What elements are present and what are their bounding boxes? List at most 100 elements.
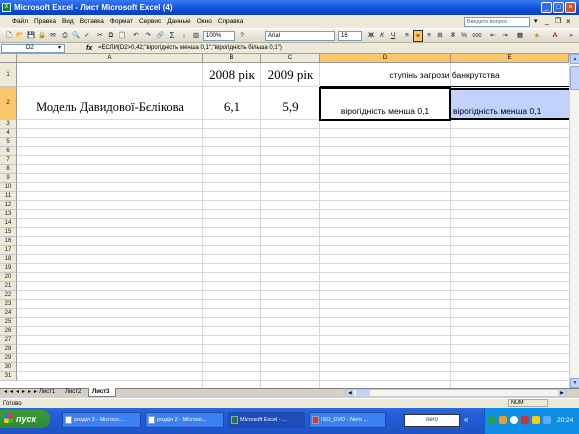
- row-header-1[interactable]: 1: [0, 63, 17, 87]
- row-header-24[interactable]: 24: [0, 309, 17, 318]
- copy-icon[interactable]: ⧉: [106, 30, 116, 42]
- cell-b1[interactable]: 2008 рік: [203, 63, 261, 87]
- task-nero[interactable]: ISO_DVD - Nero ...: [309, 412, 386, 428]
- hyperlink-icon[interactable]: 🔗: [155, 30, 165, 42]
- help-icon[interactable]: ?: [237, 30, 247, 42]
- task-word-doc-1[interactable]: розділ 3 - Microso...: [62, 412, 141, 428]
- cell-c2[interactable]: 5,9: [261, 87, 320, 120]
- row-header-7[interactable]: 7: [0, 156, 17, 165]
- name-box[interactable]: D2: [1, 44, 65, 53]
- toolbar-options-icon[interactable]: »: [566, 30, 576, 42]
- column-header-b[interactable]: B: [203, 54, 261, 63]
- row-header-31[interactable]: 31: [0, 372, 17, 381]
- font-size-select[interactable]: 16: [338, 31, 362, 41]
- row-header-12[interactable]: 12: [0, 201, 17, 210]
- align-right-icon[interactable]: ≡: [424, 30, 434, 42]
- zoom-select[interactable]: 100%: [203, 31, 235, 41]
- row-header-11[interactable]: 11: [0, 192, 17, 201]
- row-header-28[interactable]: 28: [0, 345, 17, 354]
- row-header-4[interactable]: 4: [0, 129, 17, 138]
- row-header-13[interactable]: 13: [0, 210, 17, 219]
- help-dropdown-icon[interactable]: ▾: [534, 17, 538, 27]
- column-header-a[interactable]: A: [17, 54, 203, 63]
- tab-sheet2[interactable]: Лист2: [62, 388, 86, 397]
- vertical-scrollbar[interactable]: ▲ ▼: [569, 54, 579, 388]
- row-header-18[interactable]: 18: [0, 255, 17, 264]
- menu-tools[interactable]: Сервис: [136, 15, 164, 29]
- task-word-doc-2[interactable]: розділ 2 - Microso...: [145, 412, 224, 428]
- tray-warning-icon[interactable]: [499, 416, 507, 424]
- chart-wizard-icon[interactable]: ▥: [191, 30, 201, 42]
- scroll-up-icon[interactable]: ▲: [570, 54, 579, 64]
- bold-button[interactable]: Ж: [366, 30, 376, 42]
- close-button[interactable]: ×: [565, 2, 576, 13]
- menu-window[interactable]: Окно: [194, 15, 215, 29]
- save-icon[interactable]: 💾: [26, 30, 36, 42]
- row-header-15[interactable]: 15: [0, 228, 17, 237]
- thousands-button[interactable]: 000: [470, 30, 484, 42]
- task-excel[interactable]: Microsoft Excel - ...: [228, 412, 305, 428]
- scroll-thumb[interactable]: [570, 66, 579, 90]
- doc-minimize-button[interactable]: _: [545, 16, 549, 27]
- cell-d1-merged[interactable]: ступінь загрози банкрутства: [320, 63, 569, 87]
- excel-icon[interactable]: X: [2, 3, 11, 12]
- spreadsheet-grid[interactable]: A B C D E 1 2 3 4 5 6 7 8 9 10 11 12 13 14 15 16 17 18 19 2…: [0, 54, 569, 388]
- h-scroll-thumb[interactable]: [356, 390, 370, 396]
- cell-a2[interactable]: Модель Давидової-Бєлікова: [17, 87, 203, 120]
- tab-scroll-buttons[interactable]: ◂◂◂▸▸▸: [4, 388, 40, 397]
- row-header-16[interactable]: 16: [0, 237, 17, 246]
- menu-format[interactable]: Формат: [107, 15, 136, 29]
- underline-button[interactable]: Ч: [388, 30, 398, 42]
- row-header-21[interactable]: 21: [0, 282, 17, 291]
- row-header-14[interactable]: 14: [0, 219, 17, 228]
- nero-toolbar[interactable]: nero: [404, 414, 460, 427]
- menu-file[interactable]: Файл: [0, 15, 31, 29]
- tab-sheet1[interactable]: Лист1: [36, 388, 60, 397]
- cell-c1[interactable]: 2009 рік: [261, 63, 320, 87]
- doc-restore-button[interactable]: ❐: [555, 16, 561, 27]
- doc-close-button[interactable]: ×: [566, 16, 571, 27]
- row-header-3[interactable]: 3: [0, 120, 17, 129]
- tray-language-icon[interactable]: [543, 416, 551, 424]
- row-header-19[interactable]: 19: [0, 264, 17, 273]
- cut-icon[interactable]: ✂: [95, 30, 105, 42]
- tray-expand-icon[interactable]: «: [464, 413, 468, 427]
- help-search-input[interactable]: Введите вопрос: [464, 17, 530, 27]
- font-color-icon[interactable]: A: [548, 30, 562, 42]
- fill-color-icon[interactable]: ◈: [530, 30, 544, 42]
- italic-button[interactable]: К: [377, 30, 387, 42]
- borders-icon[interactable]: ▦: [513, 30, 527, 42]
- font-name-select[interactable]: Arial: [265, 31, 335, 41]
- autosum-icon[interactable]: Σ: [167, 30, 177, 42]
- print-preview-icon[interactable]: 🔍: [71, 30, 81, 42]
- cell-e2-selected[interactable]: вірогідність менша 0,1: [451, 88, 569, 120]
- scroll-down-icon[interactable]: ▼: [570, 378, 579, 388]
- name-box-dropdown-icon[interactable]: ▾: [58, 44, 61, 53]
- column-header-e[interactable]: E: [451, 54, 569, 63]
- row-header-26[interactable]: 26: [0, 327, 17, 336]
- formula-input[interactable]: =ЕСЛИ(D2>0,42;"вірогідність менша 0,1";"…: [98, 44, 568, 53]
- percent-button[interactable]: %: [459, 30, 469, 42]
- row-header-8[interactable]: 8: [0, 165, 17, 174]
- insert-function-icon[interactable]: fx: [86, 43, 92, 54]
- row-header-9[interactable]: 9: [0, 174, 17, 183]
- cell-d2-active[interactable]: вірогідність менша 0,1: [319, 87, 451, 121]
- new-icon[interactable]: 🗋: [4, 30, 14, 42]
- row-header-30[interactable]: 30: [0, 363, 17, 372]
- permission-icon[interactable]: 🔒: [37, 30, 47, 42]
- redo-icon[interactable]: ↷: [143, 30, 153, 42]
- menu-help[interactable]: Справка: [215, 15, 247, 29]
- scroll-right-icon[interactable]: ▶: [558, 390, 566, 396]
- tray-network-icon[interactable]: [510, 416, 518, 424]
- spelling-icon[interactable]: ✓: [82, 30, 92, 42]
- row-header-17[interactable]: 17: [0, 246, 17, 255]
- row-header-27[interactable]: 27: [0, 336, 17, 345]
- open-icon[interactable]: 📂: [15, 30, 25, 42]
- sort-asc-icon[interactable]: ↓: [179, 30, 189, 42]
- menu-insert[interactable]: Вставка: [77, 15, 107, 29]
- increase-indent-icon[interactable]: ⇥: [500, 30, 510, 42]
- row-header-22[interactable]: 22: [0, 291, 17, 300]
- row-header-25[interactable]: 25: [0, 318, 17, 327]
- tray-volume-icon[interactable]: [532, 416, 540, 424]
- row-header-10[interactable]: 10: [0, 183, 17, 192]
